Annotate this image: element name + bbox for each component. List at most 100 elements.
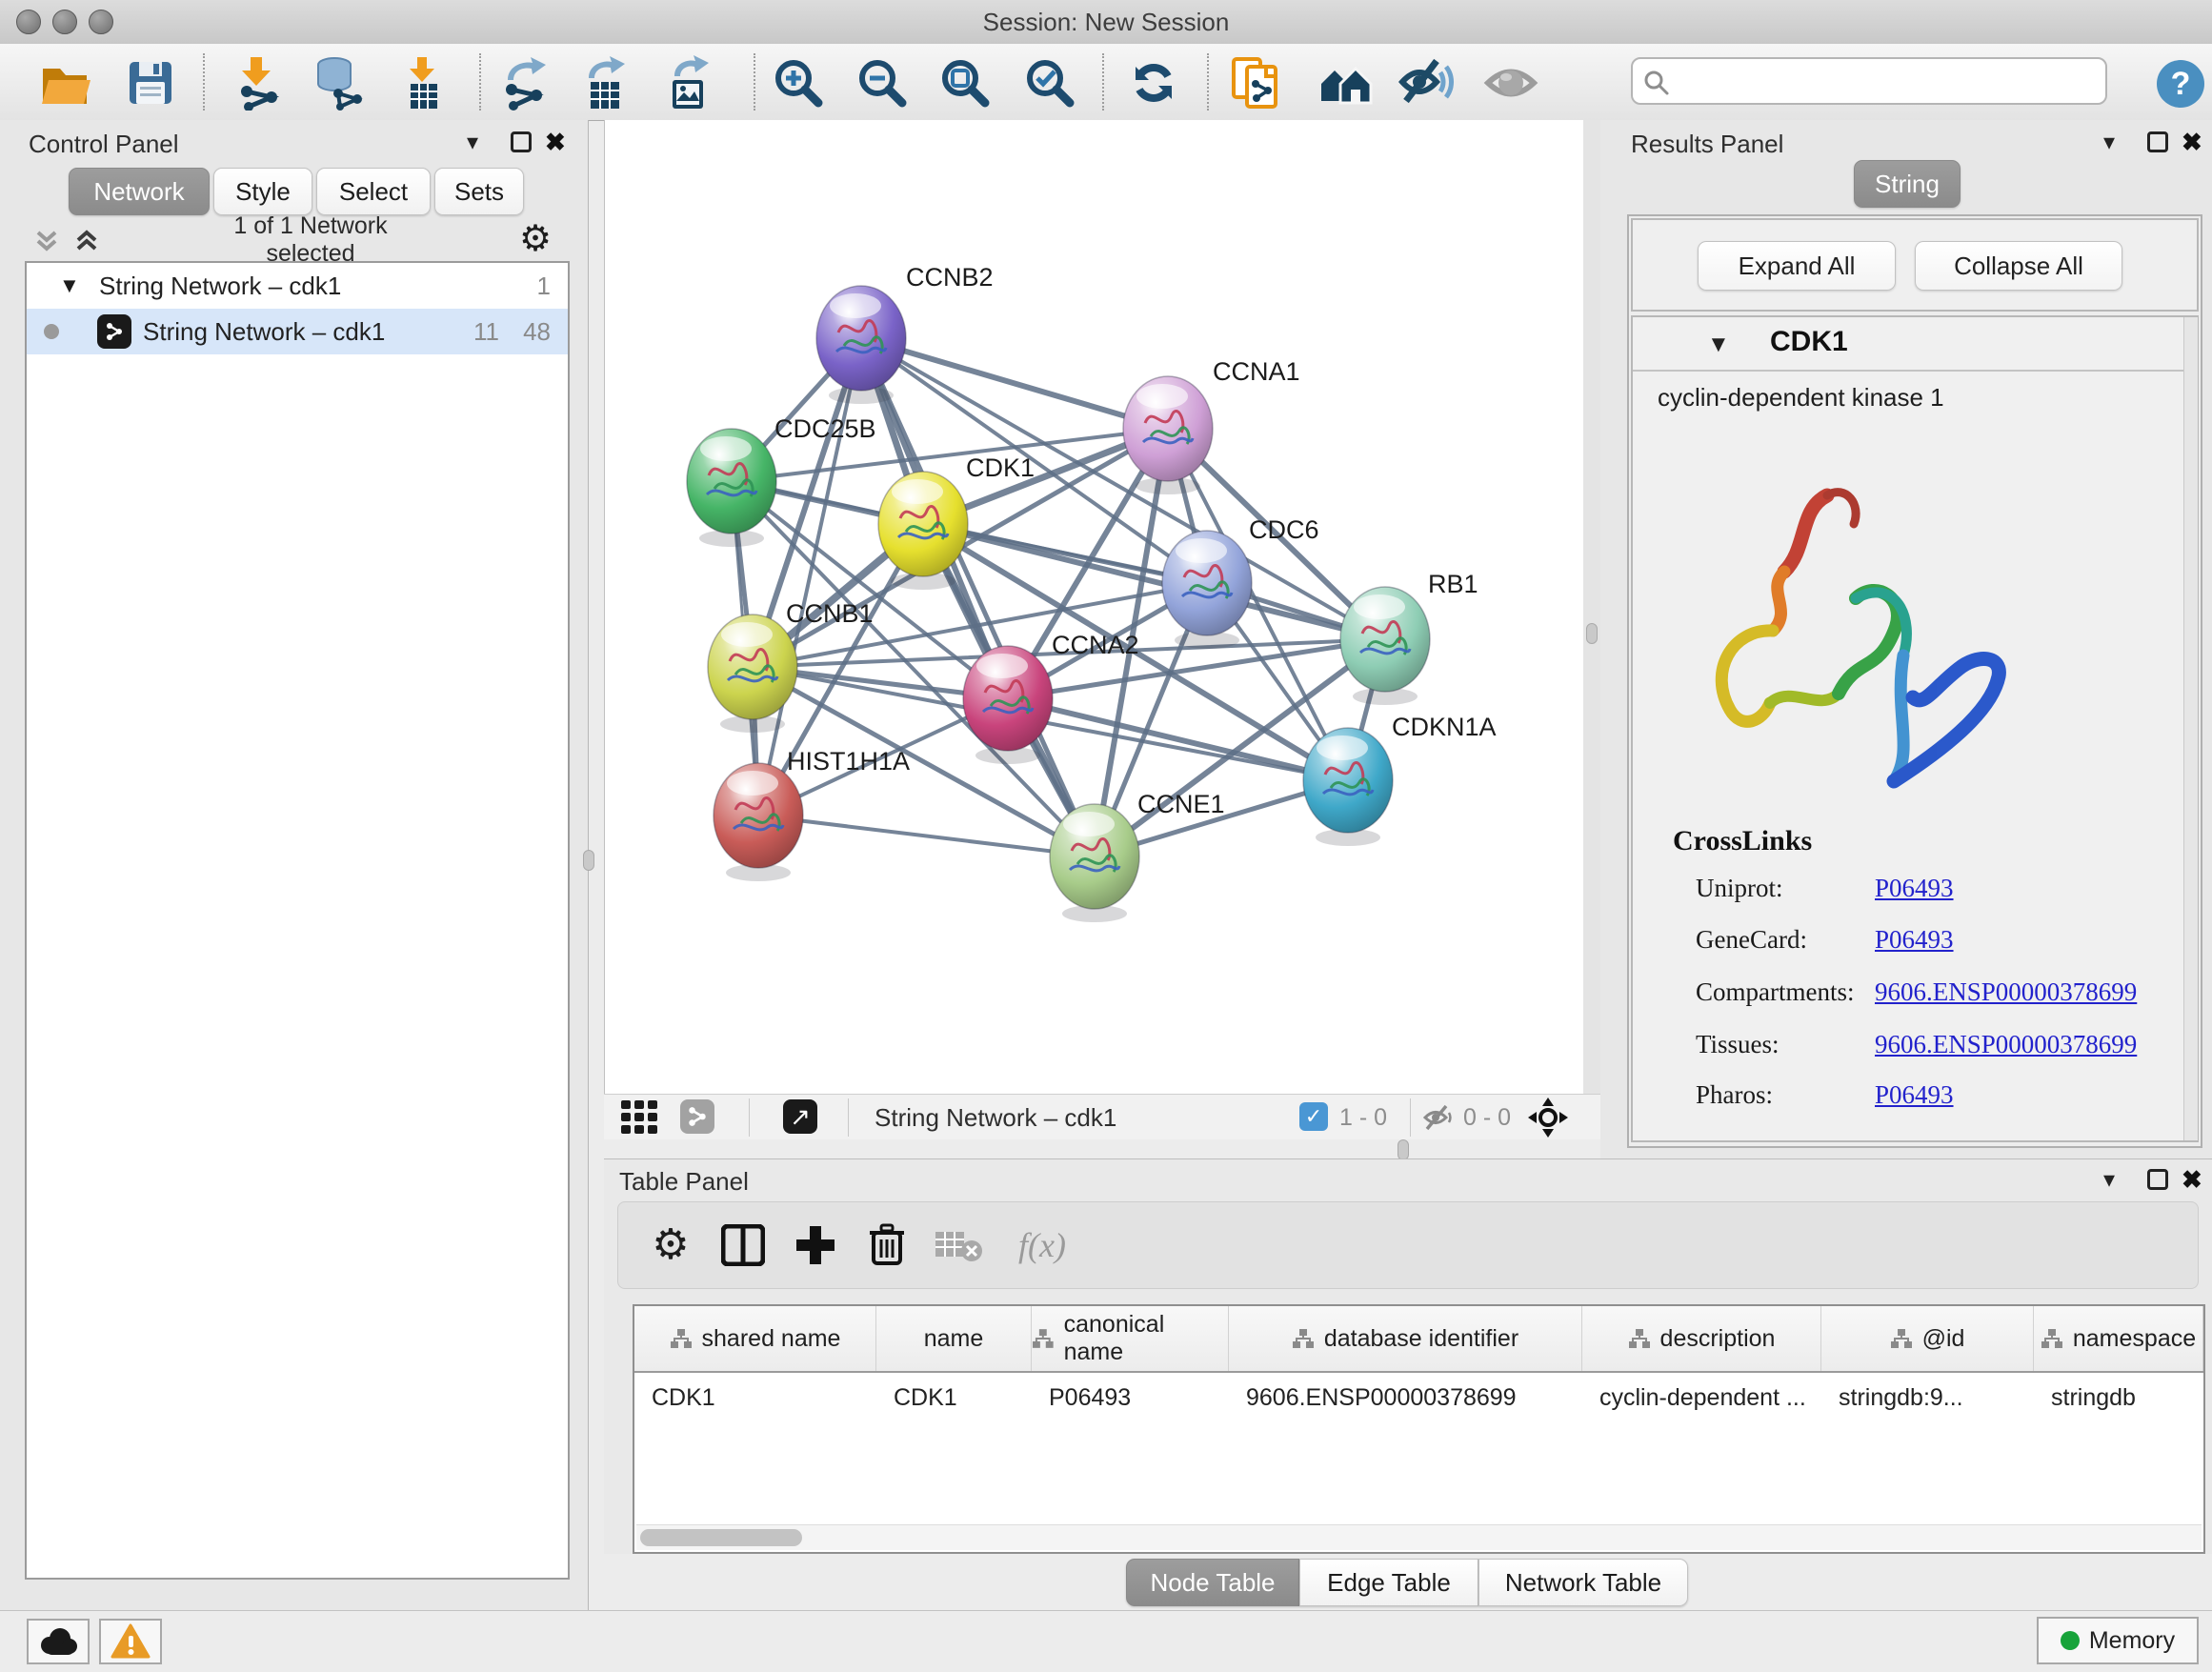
birdseye-view-icon[interactable]: ↗ — [783, 1099, 817, 1134]
tab-sets[interactable]: Sets — [434, 168, 524, 215]
column-header-label: database identifier — [1324, 1325, 1518, 1353]
export-table-icon[interactable] — [577, 55, 633, 111]
zoom-fit-icon[interactable] — [937, 55, 993, 111]
scrollbar-thumb[interactable] — [640, 1529, 802, 1546]
hierarchy-column-icon — [1292, 1328, 1315, 1349]
table-panel-float-icon[interactable]: ▾ — [2103, 1169, 2115, 1192]
save-session-icon[interactable] — [122, 55, 177, 111]
export-image-icon[interactable] — [661, 55, 716, 111]
network-node[interactable]: CDC25B — [687, 414, 876, 547]
network-node[interactable]: CDKN1A — [1303, 713, 1497, 846]
network-node[interactable]: HIST1H1A — [714, 747, 910, 881]
table-splitter-handle[interactable] — [1398, 1139, 1409, 1160]
network-edge[interactable] — [758, 816, 1095, 856]
control-panel-close-icon[interactable]: ✖ — [545, 130, 566, 154]
search-input[interactable] — [1679, 63, 2101, 101]
crosslink-link[interactable]: P06493 — [1875, 874, 1954, 903]
results-scrollbar[interactable] — [2183, 317, 2198, 1140]
help-icon[interactable]: ? — [2155, 58, 2210, 113]
table-cell[interactable]: stringdb — [2034, 1384, 2203, 1412]
results-panel-float-icon[interactable]: ▾ — [2103, 131, 2115, 154]
export-network-icon[interactable] — [496, 55, 552, 111]
home-networks-icon[interactable] — [1317, 55, 1373, 111]
column-header-name[interactable]: name — [876, 1306, 1032, 1371]
import-table-file-icon[interactable] — [395, 55, 451, 111]
left-splitter-handle[interactable] — [583, 850, 594, 871]
results-panel-close-icon[interactable]: ✖ — [2182, 130, 2202, 154]
selected-checkbox-icon[interactable]: ✓ — [1299, 1102, 1328, 1131]
crosslink-link[interactable]: 9606.ENSP00000378699 — [1875, 1030, 2137, 1059]
network-edge[interactable] — [758, 338, 861, 816]
table-panel-maximize-icon[interactable] — [2147, 1169, 2168, 1190]
open-session-icon[interactable] — [37, 55, 92, 111]
collection-expand-triangle-icon[interactable]: ▼ — [59, 273, 80, 298]
canvas-results-splitter[interactable] — [1583, 120, 1600, 1094]
network-share-icon[interactable] — [680, 1099, 714, 1134]
table-panel-close-icon[interactable]: ✖ — [2182, 1167, 2202, 1192]
column-header-description[interactable]: description — [1582, 1306, 1821, 1371]
table-cell[interactable]: CDK1 — [634, 1384, 876, 1412]
column-header-namespace[interactable]: namespace — [2034, 1306, 2203, 1371]
column-header--id[interactable]: @id — [1821, 1306, 2034, 1371]
collapse-all-chevron-icon[interactable] — [32, 227, 61, 255]
tab-network[interactable]: Network — [69, 168, 210, 215]
network-edge[interactable] — [861, 338, 1168, 429]
expand-all-chevron-icon[interactable] — [72, 227, 101, 255]
control-panel-maximize-icon[interactable] — [511, 131, 532, 152]
network-canvas[interactable]: CCNB2CCNA1CDC25BCDK1CDC6RB1CCNB1CCNA2CDK… — [604, 120, 1584, 1094]
refresh-icon[interactable] — [1126, 55, 1181, 111]
collapse-all-button[interactable]: Collapse All — [1915, 241, 2122, 291]
tab-network-table[interactable]: Network Table — [1478, 1559, 1688, 1606]
column-header-shared-name[interactable]: shared name — [634, 1306, 876, 1371]
hidden-counts: 0 - 0 — [1463, 1104, 1511, 1132]
network-node[interactable]: CCNB2 — [816, 263, 994, 404]
tab-string[interactable]: String — [1854, 160, 1961, 208]
results-panel-maximize-icon[interactable] — [2147, 131, 2168, 152]
hide-unhide-icon[interactable] — [1398, 55, 1454, 111]
table-cell[interactable]: 9606.ENSP00000378699 — [1229, 1384, 1582, 1412]
table-horizontal-scrollbar[interactable] — [636, 1524, 2202, 1550]
table-settings-gear-icon[interactable]: ⚙ — [645, 1219, 696, 1271]
zoom-selected-icon[interactable] — [1022, 55, 1077, 111]
fit-content-crosshair-icon[interactable] — [1528, 1098, 1568, 1138]
tab-edge-table[interactable]: Edge Table — [1299, 1559, 1478, 1606]
cloud-services-button[interactable] — [27, 1619, 90, 1664]
table-cell[interactable]: CDK1 — [876, 1384, 1032, 1412]
network-options-gear-icon[interactable]: ⚙ — [519, 221, 552, 257]
tab-node-table[interactable]: Node Table — [1126, 1559, 1299, 1606]
show-columns-icon[interactable] — [717, 1219, 769, 1271]
crosslink-link[interactable]: P06493 — [1875, 1080, 1954, 1110]
delete-column-trash-icon[interactable] — [861, 1219, 913, 1271]
crosslink-link[interactable]: 9606.ENSP00000378699 — [1875, 977, 2137, 1007]
import-network-database-icon[interactable] — [310, 55, 365, 111]
network-collection-row[interactable]: ▼ String Network – cdk1 1 — [27, 263, 568, 309]
table-cell[interactable]: cyclin-dependent ... — [1582, 1384, 1821, 1412]
network-row-selected[interactable]: String Network – cdk1 11 48 — [27, 309, 568, 354]
column-header-canonical-name[interactable]: canonical name — [1032, 1306, 1229, 1371]
import-network-file-icon[interactable] — [230, 55, 285, 111]
network-node[interactable]: CCNB1 — [708, 599, 874, 733]
crosslink-link[interactable]: P06493 — [1875, 925, 1954, 955]
grid-view-icon[interactable] — [621, 1100, 659, 1135]
share-document-icon[interactable] — [1230, 55, 1285, 111]
zoom-in-icon[interactable] — [771, 55, 826, 111]
table-cell[interactable]: stringdb:9... — [1821, 1384, 2034, 1412]
table-cell[interactable]: P06493 — [1032, 1384, 1229, 1412]
tab-select[interactable]: Select — [316, 168, 431, 215]
gene-collapse-triangle-icon[interactable]: ▼ — [1707, 332, 1730, 358]
right-splitter-handle[interactable] — [1586, 623, 1598, 644]
column-header-database-identifier[interactable]: database identifier — [1229, 1306, 1582, 1371]
table-row[interactable]: CDK1CDK1P064939606.ENSP00000378699cyclin… — [634, 1373, 2203, 1422]
expand-all-button[interactable]: Expand All — [1698, 241, 1896, 291]
warnings-button[interactable] — [99, 1619, 162, 1664]
hierarchy-column-icon — [670, 1328, 693, 1349]
zoom-out-icon[interactable] — [855, 55, 910, 111]
table-panel: Table Panel ▾ ✖ ⚙ f(x) shared namenameca… — [604, 1158, 2212, 1554]
network-node[interactable]: RB1 — [1340, 570, 1478, 705]
network-edge[interactable] — [861, 338, 1095, 856]
tab-style[interactable]: Style — [213, 168, 312, 215]
control-panel-float-icon[interactable]: ▾ — [467, 131, 478, 154]
create-column-plus-icon[interactable] — [790, 1219, 841, 1271]
network-node[interactable]: CCNE1 — [1050, 790, 1225, 922]
memory-button[interactable]: Memory — [2037, 1617, 2199, 1664]
